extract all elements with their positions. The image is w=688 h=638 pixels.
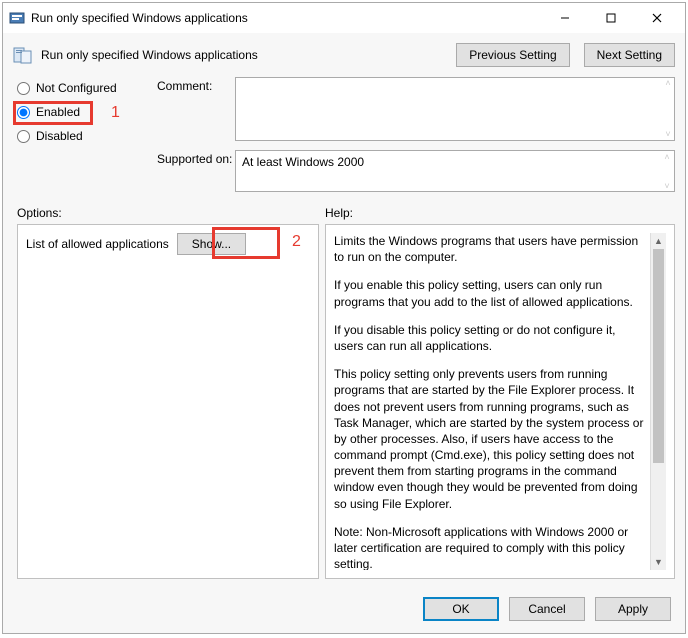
state-radios: Not Configured Enabled 1 Disabled <box>17 77 157 192</box>
supported-on-label: Supported on: <box>157 150 235 166</box>
show-button[interactable]: Show... <box>177 233 246 255</box>
footer-buttons: OK Cancel Apply <box>3 589 685 633</box>
radio-enabled[interactable]: Enabled 1 <box>17 105 157 119</box>
annotation-number-2: 2 <box>292 233 301 251</box>
help-p5a: Note: Non-Microsoft applications with Wi… <box>334 525 628 570</box>
help-pane: Limits the Windows programs that users h… <box>325 224 675 579</box>
apply-button[interactable]: Apply <box>595 597 671 621</box>
header-row: Run only specified Windows applications … <box>3 33 685 71</box>
help-p1: Limits the Windows programs that users h… <box>334 233 646 265</box>
help-p4: This policy setting only prevents users … <box>334 366 646 512</box>
ok-button[interactable]: OK <box>423 597 499 621</box>
fields: Comment: ˄˅ Supported on: At least Windo… <box>157 77 675 192</box>
options-pane: List of allowed applications Show... 2 <box>17 224 319 579</box>
policy-title: Run only specified Windows applications <box>41 48 456 62</box>
scroll-up-icon[interactable]: ▲ <box>651 233 666 249</box>
previous-setting-button[interactable]: Previous Setting <box>456 43 569 67</box>
scroll-track[interactable] <box>651 249 666 554</box>
radio-not-configured-input[interactable] <box>17 82 30 95</box>
help-scrollbar[interactable]: ▲ ▼ <box>650 233 666 570</box>
annotation-number-1: 1 <box>111 104 120 122</box>
dialog-window: Run only specified Windows applications … <box>2 2 686 634</box>
close-button[interactable] <box>643 8 671 28</box>
help-p2: If you enable this policy setting, users… <box>334 277 646 309</box>
help-text: Limits the Windows programs that users h… <box>334 233 650 570</box>
comment-label: Comment: <box>157 77 235 93</box>
panes: List of allowed applications Show... 2 L… <box>3 224 685 589</box>
supported-scrollbar[interactable]: ˄˅ <box>662 153 672 191</box>
radio-disabled-input[interactable] <box>17 130 30 143</box>
comment-textarea[interactable] <box>235 77 675 141</box>
help-p3: If you disable this policy setting or do… <box>334 322 646 354</box>
window-title: Run only specified Windows applications <box>31 11 551 25</box>
minimize-button[interactable] <box>551 8 579 28</box>
radio-disabled-label: Disabled <box>36 129 83 143</box>
next-setting-button[interactable]: Next Setting <box>584 43 675 67</box>
config-row: Not Configured Enabled 1 Disabled Commen… <box>3 71 685 192</box>
allowed-apps-label: List of allowed applications <box>26 237 169 251</box>
titlebar: Run only specified Windows applications <box>3 3 685 33</box>
policy-icon <box>13 46 33 64</box>
radio-enabled-input[interactable] <box>17 106 30 119</box>
radio-enabled-label: Enabled <box>36 105 80 119</box>
supported-on-value: At least Windows 2000 <box>242 155 364 169</box>
maximize-button[interactable] <box>597 8 625 28</box>
window-controls <box>551 8 671 28</box>
scroll-thumb[interactable] <box>653 249 664 463</box>
radio-disabled[interactable]: Disabled <box>17 129 157 143</box>
help-label: Help: <box>325 206 353 220</box>
radio-not-configured-label: Not Configured <box>36 81 117 95</box>
allowed-apps-row: List of allowed applications Show... 2 <box>26 233 310 255</box>
comment-scrollbar[interactable]: ˄˅ <box>663 79 673 139</box>
scroll-down-icon[interactable]: ▼ <box>651 554 666 570</box>
options-label: Options: <box>17 206 325 220</box>
app-icon <box>9 10 25 26</box>
cancel-button[interactable]: Cancel <box>509 597 585 621</box>
supported-on-box: At least Windows 2000 ˄˅ <box>235 150 675 192</box>
section-labels: Options: Help: <box>3 192 685 224</box>
radio-not-configured[interactable]: Not Configured <box>17 81 157 95</box>
